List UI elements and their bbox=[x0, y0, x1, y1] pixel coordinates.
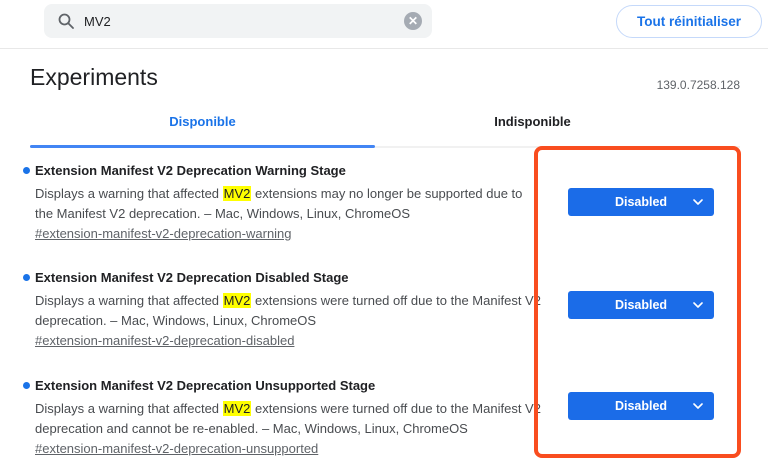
chevron-down-icon bbox=[693, 302, 703, 308]
desc-text: Displays a warning that affected bbox=[35, 401, 223, 416]
experiment-row-disabled: Extension Manifest V2 Deprecation Disabl… bbox=[23, 269, 575, 348]
experiment-select-warning[interactable]: Disabled bbox=[568, 188, 714, 216]
experiment-title: Extension Manifest V2 Deprecation Disabl… bbox=[35, 270, 349, 285]
experiment-permalink[interactable]: #extension-manifest-v2-deprecation-disab… bbox=[35, 333, 294, 348]
experiment-description-line1: Displays a warning that affected MV2 ext… bbox=[35, 400, 541, 417]
tab-unavailable[interactable]: Indisponible bbox=[375, 114, 690, 129]
desc-text: Displays a warning that affected bbox=[35, 293, 223, 308]
experiment-select-disabled[interactable]: Disabled bbox=[568, 291, 714, 319]
flag-bullet-icon bbox=[23, 167, 30, 174]
flag-bullet-icon bbox=[23, 274, 30, 281]
search-value[interactable]: MV2 bbox=[84, 14, 404, 29]
experiment-row-warning: Extension Manifest V2 Deprecation Warnin… bbox=[23, 162, 575, 241]
clear-search-icon[interactable]: ✕ bbox=[404, 12, 422, 30]
tab-divider-line bbox=[375, 146, 740, 148]
select-value: Disabled bbox=[614, 195, 668, 209]
select-value: Disabled bbox=[614, 399, 668, 413]
desc-text: extensions were turned off due to the Ma… bbox=[251, 401, 541, 416]
search-icon bbox=[58, 13, 74, 29]
search-input[interactable]: MV2 ✕ bbox=[44, 4, 432, 38]
experiment-title: Extension Manifest V2 Deprecation Unsupp… bbox=[35, 378, 376, 393]
version-label: 139.0.7258.128 bbox=[656, 78, 740, 92]
select-value: Disabled bbox=[614, 298, 668, 312]
experiment-description-line2: the Manifest V2 deprecation. – Mac, Wind… bbox=[35, 206, 411, 221]
tab-active-underline bbox=[30, 145, 375, 148]
flag-bullet-icon bbox=[23, 382, 30, 389]
desc-text: Displays a warning that affected bbox=[35, 186, 223, 201]
flags-page: MV2 ✕ Tout réinitialiser Experiments 139… bbox=[0, 0, 768, 473]
experiment-permalink[interactable]: #extension-manifest-v2-deprecation-unsup… bbox=[35, 441, 318, 456]
experiment-description-line1: Displays a warning that affected MV2 ext… bbox=[35, 292, 541, 309]
experiment-description-line1: Displays a warning that affected MV2 ext… bbox=[35, 185, 522, 202]
experiment-permalink[interactable]: #extension-manifest-v2-deprecation-warni… bbox=[35, 226, 292, 241]
experiment-description-line2: deprecation and cannot be re-enabled. – … bbox=[35, 421, 468, 436]
tab-available[interactable]: Disponible bbox=[30, 114, 375, 129]
search-highlight: MV2 bbox=[222, 186, 252, 201]
page-title: Experiments bbox=[30, 64, 158, 90]
desc-text: extensions were turned off due to the Ma… bbox=[251, 293, 541, 308]
experiment-description-line2: deprecation. – Mac, Windows, Linux, Chro… bbox=[35, 313, 317, 328]
search-highlight: MV2 bbox=[222, 293, 252, 308]
header-divider bbox=[0, 48, 768, 49]
experiment-row-unsupported: Extension Manifest V2 Deprecation Unsupp… bbox=[23, 377, 575, 456]
chevron-down-icon bbox=[693, 403, 703, 409]
experiment-title: Extension Manifest V2 Deprecation Warnin… bbox=[35, 163, 346, 178]
search-highlight: MV2 bbox=[222, 401, 252, 416]
desc-text: extensions may no longer be supported du… bbox=[251, 186, 523, 201]
chevron-down-icon bbox=[693, 199, 703, 205]
reset-all-button[interactable]: Tout réinitialiser bbox=[615, 5, 762, 38]
experiment-select-unsupported[interactable]: Disabled bbox=[568, 392, 714, 420]
